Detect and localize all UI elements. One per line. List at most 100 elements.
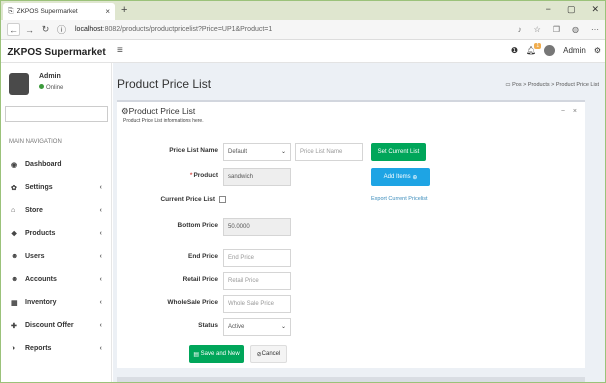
- chevron-left-icon: ‹: [99, 345, 102, 352]
- reload-icon[interactable]: ↻: [39, 23, 52, 36]
- status-select[interactable]: Active ⌄: [223, 318, 291, 336]
- box-title: ⚙Product Price List: [121, 106, 196, 116]
- sidebar-item-label: Dashboard: [25, 161, 62, 168]
- tab-close-icon[interactable]: ×: [105, 7, 110, 16]
- sidebar-item-dashboard[interactable]: ◉ Dashboard: [1, 153, 112, 176]
- header-avatar[interactable]: [544, 45, 556, 56]
- cancel-button[interactable]: ⊘ Cancel: [250, 345, 287, 363]
- browser-window: ⎘ ZKPOS Supermarket × + − ▢ ✕ ← → ↻ ⓘ lo…: [0, 0, 606, 383]
- profile-icon[interactable]: ◍: [572, 25, 579, 34]
- header-user-name[interactable]: Admin: [563, 46, 586, 55]
- chevron-left-icon: ‹: [99, 253, 102, 260]
- box-tools: − ×: [561, 108, 577, 115]
- price-list-name-input[interactable]: Price List Name: [295, 143, 363, 161]
- close-window-button[interactable]: ✕: [591, 4, 599, 15]
- plus-icon: ✚: [11, 322, 17, 330]
- address-bar: ← → ↻ ⓘ localhost:8082/products/productp…: [1, 20, 605, 40]
- browser-tab[interactable]: ⎘ ZKPOS Supermarket ×: [3, 3, 115, 20]
- reports-icon: ◑: [11, 345, 16, 352]
- price-list-box: ⚙Product Price List Product Price List i…: [117, 100, 585, 368]
- save-icon: ▤: [193, 351, 199, 358]
- browser-toolbar-icons: ♪ ☆ ❐ ◍ ⋯: [518, 25, 599, 34]
- control-sidebar-gears-icon[interactable]: ⚙: [594, 46, 601, 55]
- app-header: ZKPOS Supermarket ≡ ❶ 🔔︎ 1 Admin ⚙: [1, 41, 605, 63]
- brand-logo[interactable]: ZKPOS Supermarket: [1, 41, 112, 63]
- form-actions: ▤ Save and New ⊘ Cancel: [117, 345, 577, 363]
- breadcrumb-item-products[interactable]: Products: [528, 82, 550, 88]
- sidebar-item-label: Inventory: [25, 299, 57, 306]
- sidebar-item-settings[interactable]: ✿ Settings ‹: [1, 176, 112, 199]
- sidebar-item-users[interactable]: ☻ Users ‹: [1, 245, 112, 268]
- sidebar-item-label: Discount Offer: [25, 322, 74, 329]
- chevron-down-icon: ⌄: [280, 149, 286, 155]
- forward-arrow-icon[interactable]: →: [23, 23, 36, 36]
- gear-icon: ✿: [11, 184, 17, 192]
- hamburger-menu-icon[interactable]: ≡: [117, 45, 123, 56]
- gear-icon: ⚙: [121, 106, 129, 116]
- maximize-button[interactable]: ▢: [567, 4, 576, 15]
- content-wrapper: Product Price List ▭ Pos > Products > Pr…: [113, 63, 605, 382]
- read-aloud-icon[interactable]: ♪: [518, 25, 522, 34]
- collections-icon[interactable]: ❐: [553, 25, 560, 34]
- new-tab-button[interactable]: +: [121, 4, 127, 16]
- bottom-price-row: Bottom Price 50.0000: [117, 218, 577, 236]
- retail-price-row: Retail Price Retail Price: [117, 272, 577, 290]
- store-icon: ⌂: [11, 207, 16, 214]
- sidebar-menu: ◉ Dashboard ✿ Settings ‹ ⌂ Store ‹ ❖ Products ‹ ☻ Us…: [1, 153, 112, 360]
- price-list-name-label: Price List Name: [169, 147, 218, 154]
- bottom-price-field[interactable]: 50.0000: [223, 218, 291, 236]
- retail-price-input[interactable]: Retail Price: [223, 272, 291, 290]
- breadcrumb-item-pos[interactable]: Pos: [512, 82, 521, 88]
- favorites-star-icon[interactable]: ☆: [534, 25, 541, 34]
- current-price-list-checkbox[interactable]: [219, 196, 226, 203]
- chevron-left-icon: ‹: [99, 207, 102, 214]
- product-row: *Product sandwich Add Items ⊕: [117, 168, 577, 186]
- sidebar-item-store[interactable]: ⌂ Store ‹: [1, 199, 112, 222]
- current-price-list-row: Current Price List Export Current Pricel…: [117, 192, 577, 210]
- box-subtitle: Product Price List informations here.: [123, 118, 204, 124]
- status-row: Status Active ⌄: [117, 318, 577, 336]
- chevron-left-icon: ‹: [99, 276, 102, 283]
- bottom-price-label: Bottom Price: [177, 222, 218, 229]
- product-field[interactable]: sandwich: [223, 168, 291, 186]
- chevron-left-icon: ‹: [99, 322, 102, 329]
- wholesale-price-row: WholeSale Price Whole Sale Price: [117, 295, 577, 313]
- sidebar-item-reports[interactable]: ◑ Reports ‹: [1, 337, 112, 360]
- remove-icon[interactable]: ×: [573, 108, 577, 115]
- minimize-button[interactable]: −: [546, 4, 551, 15]
- add-items-button[interactable]: Add Items ⊕: [371, 168, 430, 186]
- back-arrow-icon[interactable]: ←: [7, 23, 20, 36]
- sidebar-search-input[interactable]: [5, 106, 108, 122]
- chevron-left-icon: ‹: [99, 184, 102, 191]
- chevron-left-icon: ‹: [99, 230, 102, 237]
- set-current-list-button[interactable]: Set Current List: [371, 143, 426, 161]
- sidebar-item-inventory[interactable]: ▦ Inventory ‹: [1, 291, 112, 314]
- info-icon[interactable]: ⓘ: [55, 23, 68, 36]
- breadcrumb: ▭ Pos > Products > Product Price List: [505, 82, 599, 88]
- products-icon: ❖: [11, 230, 18, 238]
- sidebar-item-label: Users: [25, 253, 45, 260]
- end-price-row: End Price End Price: [117, 249, 577, 267]
- sidebar-item-products[interactable]: ❖ Products ‹: [1, 222, 112, 245]
- collapse-icon[interactable]: −: [561, 108, 565, 115]
- end-price-input[interactable]: End Price: [223, 249, 291, 267]
- wholesale-price-input[interactable]: Whole Sale Price: [223, 295, 291, 313]
- dashboard-icon: ◉: [11, 161, 18, 169]
- breadcrumb-item-current: Product Price List: [555, 82, 599, 88]
- price-list-select[interactable]: Default ⌄: [223, 143, 291, 161]
- online-dot-icon: [39, 84, 44, 89]
- save-and-new-button[interactable]: ▤ Save and New: [189, 345, 244, 363]
- status-label: Status: [198, 322, 218, 329]
- export-current-pricelist-link[interactable]: Export Current Pricelist: [371, 196, 428, 202]
- wholesale-price-label: WholeSale Price: [167, 299, 218, 306]
- info-circle-icon[interactable]: ❶: [511, 46, 518, 55]
- header-right: ❶ 🔔︎ 1 Admin ⚙: [511, 43, 601, 56]
- url-field[interactable]: localhost:8082/products/productpricelist…: [75, 26, 518, 33]
- more-options-icon[interactable]: ⋯: [591, 25, 599, 34]
- sidebar-item-accounts[interactable]: ☻ Accounts ‹: [1, 268, 112, 291]
- sidebar-item-discount-offer[interactable]: ✚ Discount Offer ‹: [1, 314, 112, 337]
- nav-header: MAIN NAVIGATION: [9, 139, 62, 145]
- accounts-icon: ☻: [11, 276, 19, 283]
- chevron-left-icon: ‹: [99, 299, 102, 306]
- notifications-bell-icon[interactable]: 🔔︎ 1: [526, 43, 542, 55]
